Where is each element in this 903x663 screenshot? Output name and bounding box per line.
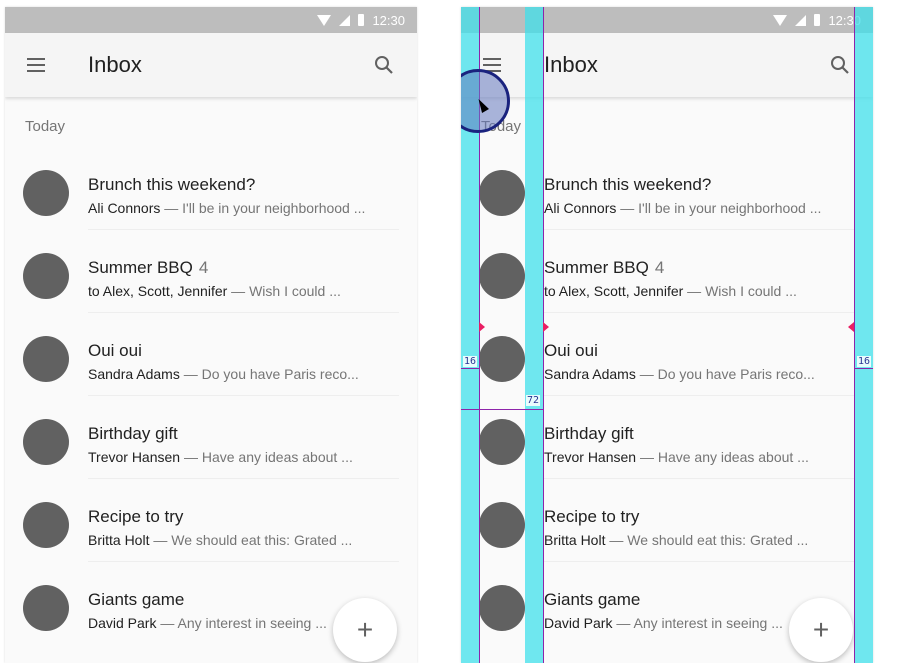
message-sender: Trevor Hansen (544, 449, 637, 465)
message-sender: Sandra Adams (88, 366, 180, 382)
avatar (23, 585, 69, 631)
margin-label-left: 16 (463, 356, 478, 367)
avatar (479, 170, 525, 216)
thread-count: 4 (198, 258, 209, 277)
wifi-icon (773, 14, 788, 26)
list-item[interactable]: Brunch this weekend? Ali Connors — I'll … (5, 147, 417, 230)
avatar (479, 502, 525, 548)
list-item[interactable]: Birthday gift Trevor Hansen — Have any i… (5, 396, 417, 479)
message-preview: — Have any ideas about ... (636, 449, 809, 465)
message-preview: — I'll be in your neighborhood ... (616, 200, 822, 216)
search-icon[interactable] (373, 54, 395, 76)
wifi-icon (317, 14, 332, 26)
compose-fab-button[interactable]: + (333, 598, 397, 662)
plus-icon: + (356, 614, 374, 645)
measure-line-16-left (461, 368, 479, 369)
message-sender: David Park (88, 615, 157, 631)
message-preview: — I'll be in your neighborhood ... (160, 200, 366, 216)
battery-icon (358, 14, 365, 26)
message-sender: to Alex, Scott, Jennifer (88, 283, 228, 299)
status-bar: 12:30 (5, 7, 417, 33)
keyline-marker (848, 322, 854, 332)
keyline-marker (543, 322, 549, 332)
margin-label-right: 16 (857, 356, 872, 367)
keyline-label-72: 72 (526, 395, 541, 406)
compose-fab-button[interactable]: + (789, 598, 853, 662)
message-subject: Oui oui (544, 341, 598, 360)
status-time: 12:30 (372, 12, 405, 28)
message-sender: to Alex, Scott, Jennifer (544, 283, 684, 299)
message-preview: — Any interest in seeing ... (612, 615, 783, 631)
message-sender: David Park (544, 615, 613, 631)
message-preview: — Do you have Paris reco... (179, 366, 359, 382)
message-sender: Sandra Adams (544, 366, 636, 382)
message-subject: Summer BBQ (88, 258, 193, 277)
message-preview: — Have any ideas about ... (180, 449, 353, 465)
measure-line-72 (461, 409, 543, 410)
message-subject: Oui oui (88, 341, 142, 360)
list-item[interactable]: Summer BBQ 4 to Alex, Scott, Jennifer — W… (461, 230, 873, 313)
message-sender: Ali Connors (544, 200, 617, 216)
message-subject: Giants game (88, 590, 185, 609)
avatar (479, 336, 525, 382)
list-item[interactable]: Summer BBQ 4 to Alex, Scott, Jennifer — W… (5, 230, 417, 313)
section-header-today: Today (25, 118, 66, 135)
message-preview: — We should eat this: Grated ... (149, 532, 353, 548)
status-bar: 12:30 (461, 7, 873, 33)
avatar (23, 170, 69, 216)
inbox-screen-keylines: 12:30 Inbox Today Brunch this weekend? A… (461, 7, 873, 663)
message-subject: Recipe to try (88, 507, 184, 526)
message-subject: Summer BBQ (544, 258, 649, 277)
message-preview: — Any interest in seeing ... (156, 615, 327, 631)
message-sender: Britta Holt (88, 532, 150, 548)
measure-line-16-right (855, 368, 873, 369)
message-sender: Britta Holt (544, 532, 606, 548)
avatar (479, 419, 525, 465)
thread-count: 4 (654, 258, 665, 277)
inbox-screen-left: 12:30 Inbox Today Brunch this weekend? A… (5, 7, 417, 663)
right-margin-keyline (855, 7, 873, 663)
message-preview: — We should eat this: Grated ... (605, 532, 809, 548)
message-subject: Brunch this weekend? (88, 175, 256, 194)
list-item[interactable]: Recipe to try Britta Holt — We should ea… (461, 479, 873, 562)
message-subject: Giants game (544, 590, 641, 609)
right-guide-line (854, 7, 855, 663)
list-item[interactable]: Oui oui Sandra Adams — Do you have Paris… (461, 313, 873, 396)
message-subject: Birthday gift (88, 424, 178, 443)
message-subject: Brunch this weekend? (544, 175, 712, 194)
message-preview: — Wish I could ... (227, 283, 341, 299)
content-keyline (525, 7, 543, 663)
message-subject: Recipe to try (544, 507, 640, 526)
list-item[interactable]: Brunch this weekend? Ali Connors — I'll … (461, 147, 873, 230)
app-bar: Inbox (5, 33, 417, 97)
signal-icon (795, 14, 807, 26)
message-sender: Ali Connors (88, 200, 161, 216)
message-preview: — Do you have Paris reco... (635, 366, 815, 382)
avatar (23, 419, 69, 465)
avatar (23, 502, 69, 548)
battery-icon (814, 14, 821, 26)
avatar (23, 253, 69, 299)
list-item[interactable]: Recipe to try Britta Holt — We should ea… (5, 479, 417, 562)
page-title: Inbox (544, 52, 598, 77)
list-item[interactable]: Oui oui Sandra Adams — Do you have Paris… (5, 313, 417, 396)
search-icon[interactable] (829, 54, 851, 76)
menu-icon[interactable] (27, 58, 45, 72)
keyline-marker (479, 322, 485, 332)
content-guide-line (543, 7, 544, 663)
message-sender: Trevor Hansen (88, 449, 181, 465)
signal-icon (339, 14, 351, 26)
page-title: Inbox (88, 52, 142, 77)
avatar (479, 253, 525, 299)
message-subject: Birthday gift (544, 424, 634, 443)
message-preview: — Wish I could ... (683, 283, 797, 299)
avatar (479, 585, 525, 631)
avatar (23, 336, 69, 382)
app-bar: Inbox (461, 33, 873, 97)
plus-icon: + (812, 614, 830, 645)
